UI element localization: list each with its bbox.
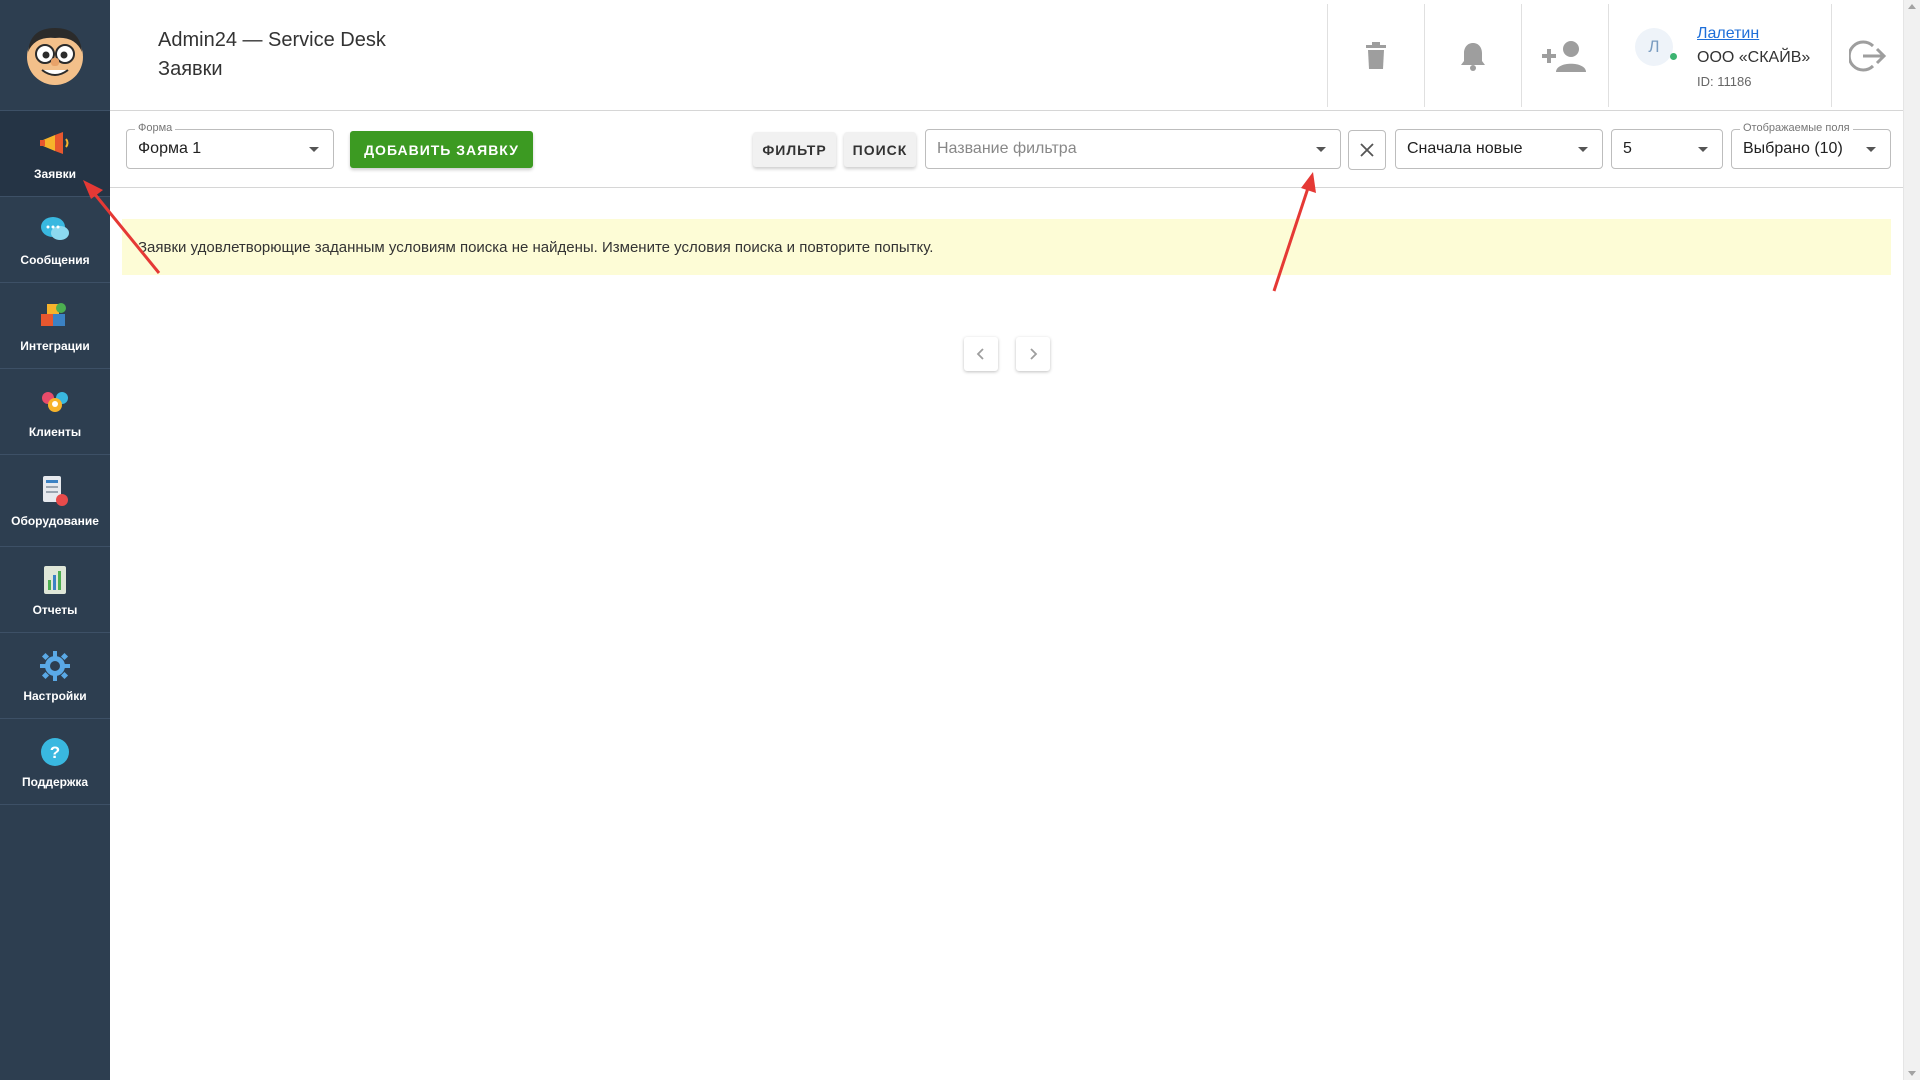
mascot-logo-icon bbox=[27, 28, 83, 85]
scroll-down-icon[interactable] bbox=[1908, 1071, 1916, 1076]
gear-icon bbox=[38, 649, 72, 683]
clients-icon bbox=[38, 385, 72, 419]
scroll-up-icon[interactable] bbox=[1908, 4, 1916, 9]
chat-bubbles-icon bbox=[38, 213, 72, 247]
sidebar-item-equipment[interactable]: Оборудование bbox=[0, 455, 110, 547]
displayed-fields-select[interactable]: Отображаемые поля Выбрано (10) bbox=[1731, 122, 1891, 169]
per-page-select[interactable]: 5 bbox=[1611, 129, 1723, 169]
equipment-icon bbox=[38, 474, 72, 508]
user-name-link[interactable]: Лалетин bbox=[1697, 25, 1759, 43]
add-user-button[interactable] bbox=[1521, 4, 1608, 107]
toolbar: Форма Форма 1 ДОБАВИТЬ ЗАЯВКУ ФИЛЬТР ПОИ… bbox=[110, 111, 1903, 188]
svg-text:?: ? bbox=[50, 743, 60, 762]
add-user-icon bbox=[1542, 40, 1586, 72]
help-icon: ? bbox=[38, 735, 72, 769]
notifications-button[interactable] bbox=[1424, 4, 1521, 107]
chevron-right-icon bbox=[1030, 348, 1038, 360]
sidebar-item-requests[interactable]: Заявки bbox=[0, 111, 110, 197]
sidebar-item-support[interactable]: ? Поддержка bbox=[0, 719, 110, 805]
filter-name-placeholder: Название фильтра bbox=[937, 140, 1077, 157]
filter-button[interactable]: ФИЛЬТР bbox=[753, 132, 836, 167]
sidebar-item-reports[interactable]: Отчеты bbox=[0, 547, 110, 633]
user-profile: Л Лалетин ООО «СКАЙВ» ID: 11186 bbox=[1608, 4, 1832, 107]
sidebar: Заявки Сообщения Интеграции Клиенты Обор… bbox=[0, 0, 110, 1080]
search-button[interactable]: ПОИСК bbox=[844, 132, 916, 167]
form-select[interactable]: Форма Форма 1 bbox=[126, 122, 334, 169]
avatar[interactable]: Л bbox=[1635, 28, 1673, 66]
displayed-fields-legend: Отображаемые поля bbox=[1740, 122, 1853, 134]
sort-select[interactable]: Сначала новые bbox=[1395, 129, 1603, 169]
app-logo[interactable] bbox=[0, 0, 110, 111]
sidebar-item-settings[interactable]: Настройки bbox=[0, 633, 110, 719]
app-title: Admin24 — Service Desk bbox=[158, 29, 386, 51]
clear-filter-button[interactable] bbox=[1348, 130, 1386, 170]
logout-button[interactable] bbox=[1832, 4, 1903, 107]
sidebar-item-clients[interactable]: Клиенты bbox=[0, 369, 110, 455]
sidebar-item-messages[interactable]: Сообщения bbox=[0, 197, 110, 283]
chevron-down-icon bbox=[1578, 147, 1588, 152]
form-select-value: Форма 1 bbox=[138, 140, 202, 157]
no-results-notice: Заявки удовлетворющие заданным условиям … bbox=[122, 219, 1891, 275]
displayed-fields-value: Выбрано (10) bbox=[1743, 140, 1843, 157]
chevron-down-icon bbox=[1316, 147, 1326, 152]
chevron-left-icon bbox=[976, 348, 984, 360]
add-request-button[interactable]: ДОБАВИТЬ ЗАЯВКУ bbox=[350, 131, 533, 168]
title-block: Admin24 — Service Desk Заявки bbox=[158, 26, 386, 84]
bell-icon bbox=[1461, 42, 1485, 71]
pagination-next-button[interactable] bbox=[1016, 337, 1050, 371]
megaphone-icon bbox=[38, 127, 72, 161]
form-select-legend: Форма bbox=[135, 122, 176, 134]
page-title: Заявки bbox=[158, 58, 223, 80]
sidebar-item-integrations[interactable]: Интеграции bbox=[0, 283, 110, 369]
user-id: ID: 11186 bbox=[1697, 74, 1752, 89]
sort-select-value: Сначала новые bbox=[1407, 140, 1523, 157]
user-organization: ООО «СКАЙВ» bbox=[1697, 49, 1811, 66]
chevron-down-icon bbox=[1866, 147, 1876, 152]
per-page-value: 5 bbox=[1623, 140, 1632, 157]
chevron-down-icon bbox=[309, 147, 319, 152]
top-header: Admin24 — Service Desk Заявки Л Лалетин … bbox=[110, 0, 1903, 111]
close-icon bbox=[1360, 143, 1374, 157]
online-status-dot bbox=[1670, 53, 1677, 60]
chevron-down-icon bbox=[1698, 147, 1708, 152]
report-icon bbox=[38, 563, 72, 597]
puzzle-icon bbox=[38, 299, 72, 333]
pagination-prev-button[interactable] bbox=[964, 337, 998, 371]
trash-button[interactable] bbox=[1327, 4, 1424, 107]
trash-icon bbox=[1366, 41, 1386, 69]
filter-name-select[interactable]: Название фильтра bbox=[925, 129, 1341, 169]
logout-icon bbox=[1848, 40, 1886, 71]
vertical-scrollbar[interactable] bbox=[1903, 0, 1920, 1080]
